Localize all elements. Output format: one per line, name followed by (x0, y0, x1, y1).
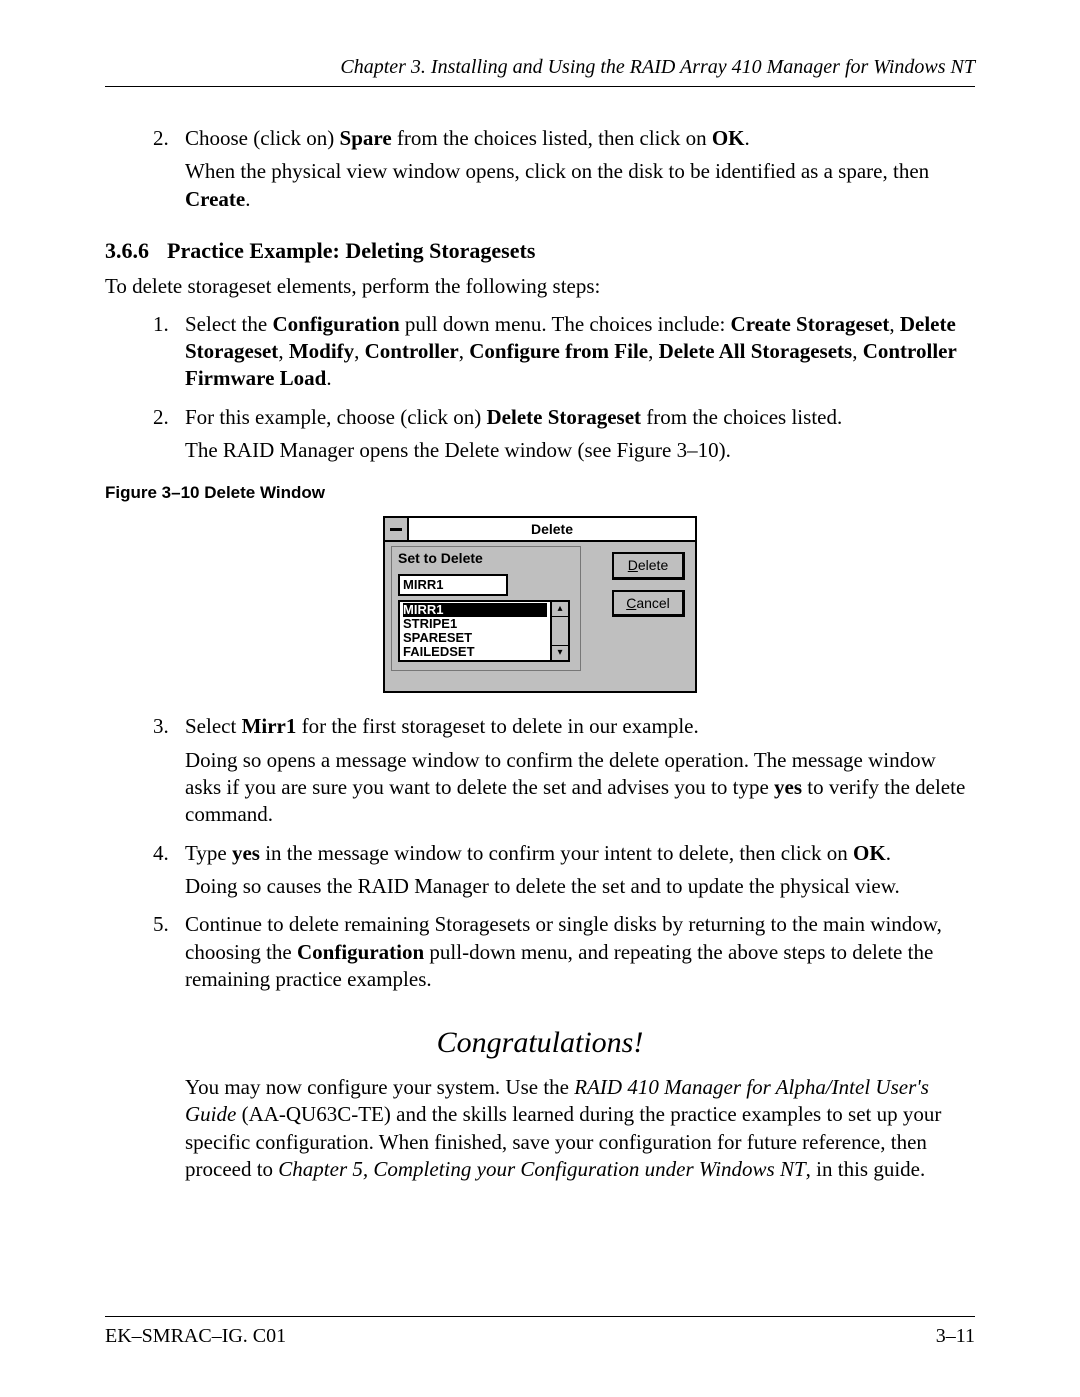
underline: C (626, 595, 636, 611)
list-marker: 3. (153, 713, 169, 740)
bold: Configuration (297, 940, 424, 964)
running-header: Chapter 3. Installing and Using the RAID… (105, 54, 975, 80)
bold: Delete Storageset (487, 405, 642, 429)
text: . (886, 841, 891, 865)
text: , (278, 339, 289, 363)
list-marker: 2. (153, 125, 169, 152)
set-listbox[interactable]: MIRR1 STRIPE1 SPARESET FAILEDSET ▴ ▾ (398, 600, 570, 662)
text: , (852, 339, 863, 363)
bold: yes (232, 841, 260, 865)
list-marker: 5. (153, 911, 169, 938)
list-marker: 4. (153, 840, 169, 867)
window-title: Delete (409, 518, 695, 540)
step-5: 5. Continue to delete remaining Storages… (105, 911, 975, 993)
step-2: 2. For this example, choose (click on) D… (105, 404, 975, 465)
text: . (745, 126, 750, 150)
delete-button[interactable]: Delete (612, 552, 685, 579)
list-item[interactable]: FAILEDSET (403, 645, 547, 659)
scroll-down-icon[interactable]: ▾ (552, 645, 568, 660)
text: . (245, 187, 250, 211)
scroll-up-icon[interactable]: ▴ (552, 602, 568, 617)
text: from the choices listed. (641, 405, 842, 429)
bold: Configure from File (469, 339, 648, 363)
window-body: Set to Delete MIRR1 MIRR1 STRIPE1 SPARES… (385, 542, 695, 691)
section-heading: 3.6.6 Practice Example: Deleting Storages… (105, 237, 975, 266)
text: Select the (185, 312, 272, 336)
bold: Create (185, 187, 245, 211)
text: Doing so causes the RAID Manager to dele… (185, 873, 975, 900)
text: in the message window to confirm your in… (260, 841, 853, 865)
bold: Modify (289, 339, 354, 363)
step-4: 4. Type yes in the message window to con… (105, 840, 975, 901)
text: . (326, 366, 331, 390)
text: for the first storageset to delete in ou… (296, 714, 698, 738)
outro-paragraph: You may now configure your system. Use t… (185, 1074, 975, 1183)
section-title: Practice Example: Deleting Storagesets (167, 238, 535, 263)
text: The RAID Manager opens the Delete window… (185, 437, 975, 464)
footer-doc-id: EK–SMRAC–IG. C01 (105, 1323, 286, 1349)
text: For this example, choose (click on) (185, 405, 487, 429)
list-items[interactable]: MIRR1 STRIPE1 SPARESET FAILEDSET (400, 602, 550, 660)
bold: OK (853, 841, 886, 865)
steps-list: 1. Select the Configuration pull down me… (105, 311, 975, 464)
step-1: 1. Select the Configuration pull down me… (105, 311, 975, 393)
bold: Controller (365, 339, 459, 363)
pre-step-2: 2. Choose (click on) Spare from the choi… (105, 125, 975, 213)
group-label: Set to Delete (398, 549, 574, 567)
text: pull down menu. The choices include: (400, 312, 731, 336)
list-marker: 1. (153, 311, 169, 338)
text: , (459, 339, 470, 363)
cancel-button[interactable]: Cancel (612, 590, 685, 617)
text: , in this guide. (806, 1157, 926, 1181)
selected-set-field[interactable]: MIRR1 (398, 574, 508, 597)
bold: Delete All Storagesets (659, 339, 853, 363)
bold: Configuration (272, 312, 399, 336)
document-page: Chapter 3. Installing and Using the RAID… (0, 0, 1080, 1397)
set-to-delete-group: Set to Delete MIRR1 MIRR1 STRIPE1 SPARES… (391, 546, 581, 671)
section-number: 3.6.6 (105, 238, 149, 263)
bold: yes (774, 775, 802, 799)
figure-caption: Figure 3–10 Delete Window (105, 482, 975, 504)
steps-list-cont: 3. Select Mirr1 for the first storageset… (105, 713, 975, 993)
bold: OK (712, 126, 745, 150)
congratulations-heading: Congratulations! (105, 1023, 975, 1062)
scrollbar[interactable]: ▴ ▾ (550, 602, 568, 660)
footer-page-number: 3–11 (936, 1323, 975, 1349)
text: ancel (636, 595, 669, 611)
system-menu-icon[interactable] (385, 518, 409, 540)
section-intro: To delete storageset elements, perform t… (105, 273, 975, 300)
bold: Create Storageset (731, 312, 890, 336)
text: , (354, 339, 365, 363)
dialog-buttons: Delete Cancel (612, 552, 685, 616)
text: When the physical view window opens, cli… (185, 159, 929, 183)
pre-steps-list: 2. Choose (click on) Spare from the choi… (105, 125, 975, 213)
text: elete (638, 557, 668, 573)
text: You may now configure your system. Use t… (185, 1075, 574, 1099)
text: Select (185, 714, 242, 738)
step-3: 3. Select Mirr1 for the first storageset… (105, 713, 975, 828)
text: from the choices listed, then click on (392, 126, 712, 150)
list-marker: 2. (153, 404, 169, 431)
list-item[interactable]: STRIPE1 (403, 617, 547, 631)
footer-rule (105, 1316, 975, 1317)
list-item[interactable]: SPARESET (403, 631, 547, 645)
text: , (648, 339, 659, 363)
italic: Chapter 5, Completing your Configuration… (278, 1157, 805, 1181)
header-rule (105, 86, 975, 87)
underline: D (628, 557, 638, 573)
text: , (889, 312, 900, 336)
delete-window: Delete Set to Delete MIRR1 MIRR1 STRIPE1… (383, 516, 697, 693)
text: Type (185, 841, 232, 865)
list-item[interactable]: MIRR1 (403, 603, 547, 617)
text: Choose (click on) (185, 126, 340, 150)
page-footer: EK–SMRAC–IG. C01 3–11 (105, 1323, 975, 1349)
bold: Spare (340, 126, 392, 150)
titlebar: Delete (385, 518, 695, 542)
bold: Mirr1 (242, 714, 297, 738)
